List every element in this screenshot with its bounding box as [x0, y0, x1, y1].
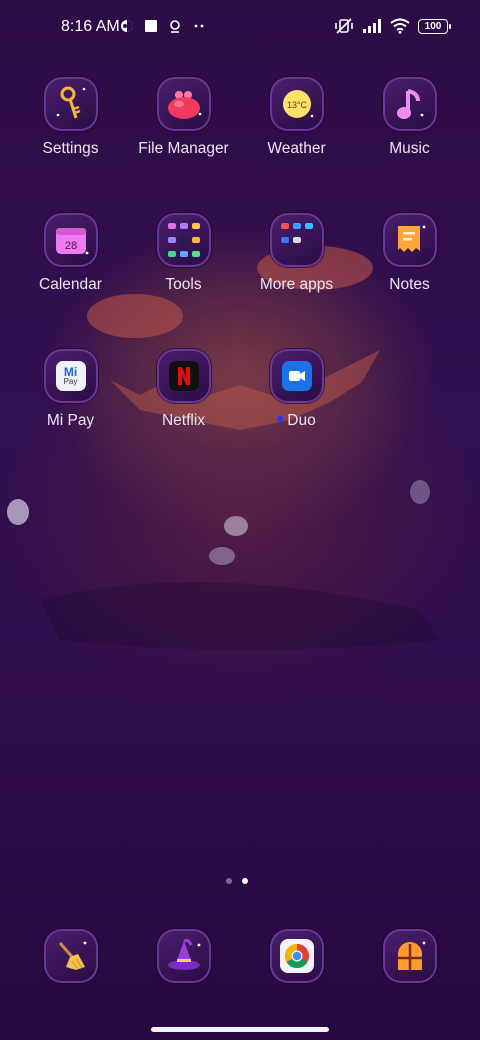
- broom-tile[interactable]: [43, 929, 98, 983]
- location-icon: [170, 20, 180, 33]
- more-icon: [194, 24, 204, 28]
- app-netflix[interactable]: Netflix: [127, 349, 240, 430]
- mipay-icon: Mi Pay: [55, 361, 86, 391]
- app-mi-pay[interactable]: Mi Pay Mi Pay: [14, 349, 127, 430]
- music-tile[interactable]: [382, 77, 437, 131]
- settings-tile[interactable]: [43, 77, 98, 131]
- dock-app-chrome[interactable]: [240, 929, 353, 983]
- weather-tile[interactable]: 13°C: [269, 77, 324, 131]
- notes-tile[interactable]: [382, 213, 437, 267]
- app-label: Tools: [165, 276, 202, 293]
- dock-app-broom[interactable]: [14, 929, 127, 983]
- signal-icon: [363, 19, 381, 33]
- page-dot-2-active[interactable]: [242, 878, 248, 884]
- app-label: Notes: [389, 276, 430, 293]
- key-icon: [56, 86, 85, 119]
- app-more-apps-folder[interactable]: More apps: [240, 213, 353, 294]
- dock-app-window[interactable]: [353, 929, 466, 983]
- notes-icon: [397, 225, 425, 252]
- new-notification-dot: [277, 415, 284, 422]
- mi-pay-tile[interactable]: Mi Pay: [43, 349, 98, 403]
- app-music[interactable]: Music: [353, 77, 466, 158]
- app-duo[interactable]: Duo: [240, 349, 353, 430]
- netflix-icon: [168, 361, 199, 391]
- broom-icon: [58, 941, 86, 970]
- window-icon: [397, 941, 425, 970]
- duo-tile[interactable]: [269, 349, 324, 403]
- app-label: More apps: [259, 276, 334, 293]
- music-note-icon: [396, 89, 423, 119]
- duo-label-row: Duo: [240, 412, 353, 430]
- square-notification-icon: [145, 20, 157, 32]
- weather-temp: 13°C: [286, 100, 307, 110]
- app-label: Netflix: [161, 412, 206, 429]
- app-notes[interactable]: Notes: [353, 213, 466, 294]
- tools-folder-tile[interactable]: [156, 213, 211, 267]
- chrome-icon: [279, 939, 314, 973]
- app-label: Duo: [287, 412, 316, 429]
- app-file-manager[interactable]: File Manager: [127, 77, 240, 158]
- battery-icon: 100: [418, 18, 451, 34]
- app-label: Settings: [42, 140, 99, 157]
- page-dot-1[interactable]: [226, 878, 232, 884]
- app-calendar[interactable]: 28 Calendar: [14, 213, 127, 294]
- window-tile[interactable]: [382, 929, 437, 983]
- home-gesture-bar[interactable]: [151, 1027, 329, 1032]
- calendar-date: 28: [64, 240, 76, 252]
- folder-icon: [167, 223, 200, 257]
- dock-app-witch-hat[interactable]: [127, 929, 240, 983]
- more-apps-folder-tile[interactable]: [269, 213, 324, 267]
- calendar-tile[interactable]: 28: [43, 213, 98, 267]
- wifi-icon: [390, 18, 410, 34]
- muted-vibrate-icon: [335, 18, 353, 34]
- app-tools-folder[interactable]: Tools: [127, 213, 240, 294]
- chrome-tile[interactable]: [269, 929, 324, 983]
- status-time: 8:16 AM: [61, 18, 120, 35]
- app-label: Weather: [267, 140, 326, 157]
- file-manager-tile[interactable]: [156, 77, 211, 131]
- calendar-icon: 28: [55, 228, 88, 255]
- app-label: Music: [389, 140, 430, 157]
- app-label: Calendar: [39, 276, 102, 293]
- vpn-icon: [121, 20, 133, 32]
- app-settings[interactable]: Settings: [14, 77, 127, 158]
- status-left-icons: [120, 19, 206, 33]
- page-indicator: [226, 878, 248, 884]
- duo-icon: [281, 361, 312, 391]
- purse-icon: [167, 91, 201, 119]
- status-right-icons: 100: [334, 17, 451, 35]
- witch-hat-tile[interactable]: [156, 929, 211, 983]
- status-bar: 8:16 AM 100: [0, 0, 480, 56]
- app-label: Mi Pay: [46, 412, 95, 429]
- moon-weather-icon: 13°C: [282, 90, 313, 118]
- app-weather[interactable]: 13°C Weather: [240, 77, 353, 158]
- witch-hat-icon: [167, 939, 200, 970]
- netflix-tile[interactable]: [156, 349, 211, 403]
- folder-icon: [280, 223, 313, 243]
- app-label: File Manager: [138, 140, 229, 157]
- mipay-logo-bottom: Pay: [63, 377, 78, 386]
